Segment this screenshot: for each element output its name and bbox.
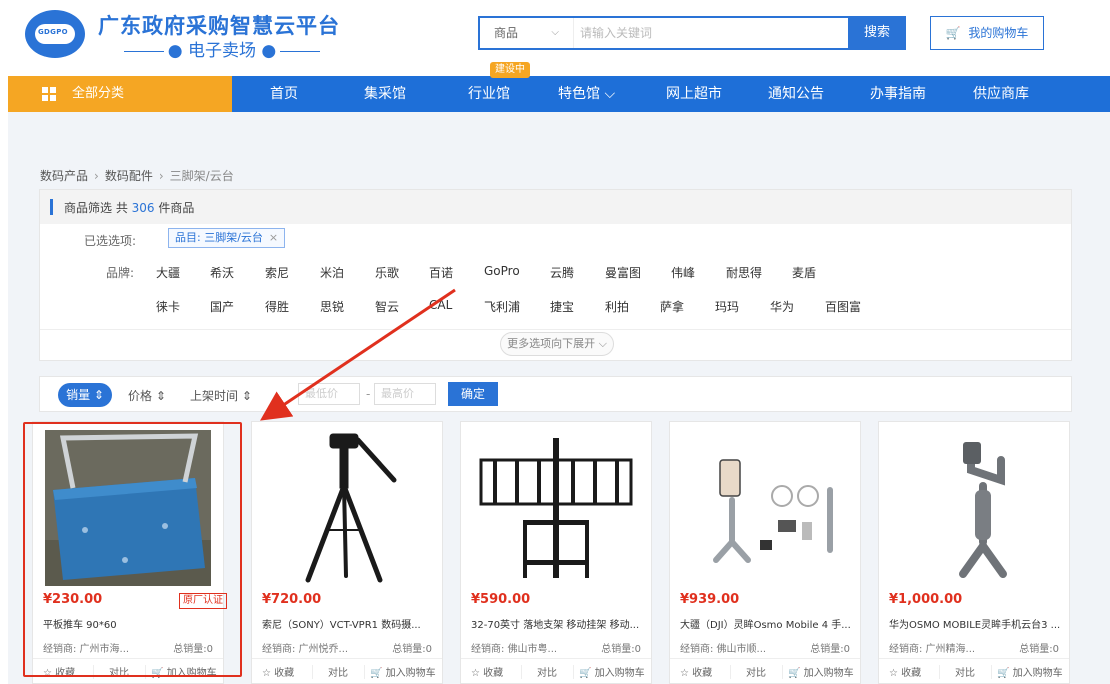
annotation-arrow — [260, 288, 456, 421]
